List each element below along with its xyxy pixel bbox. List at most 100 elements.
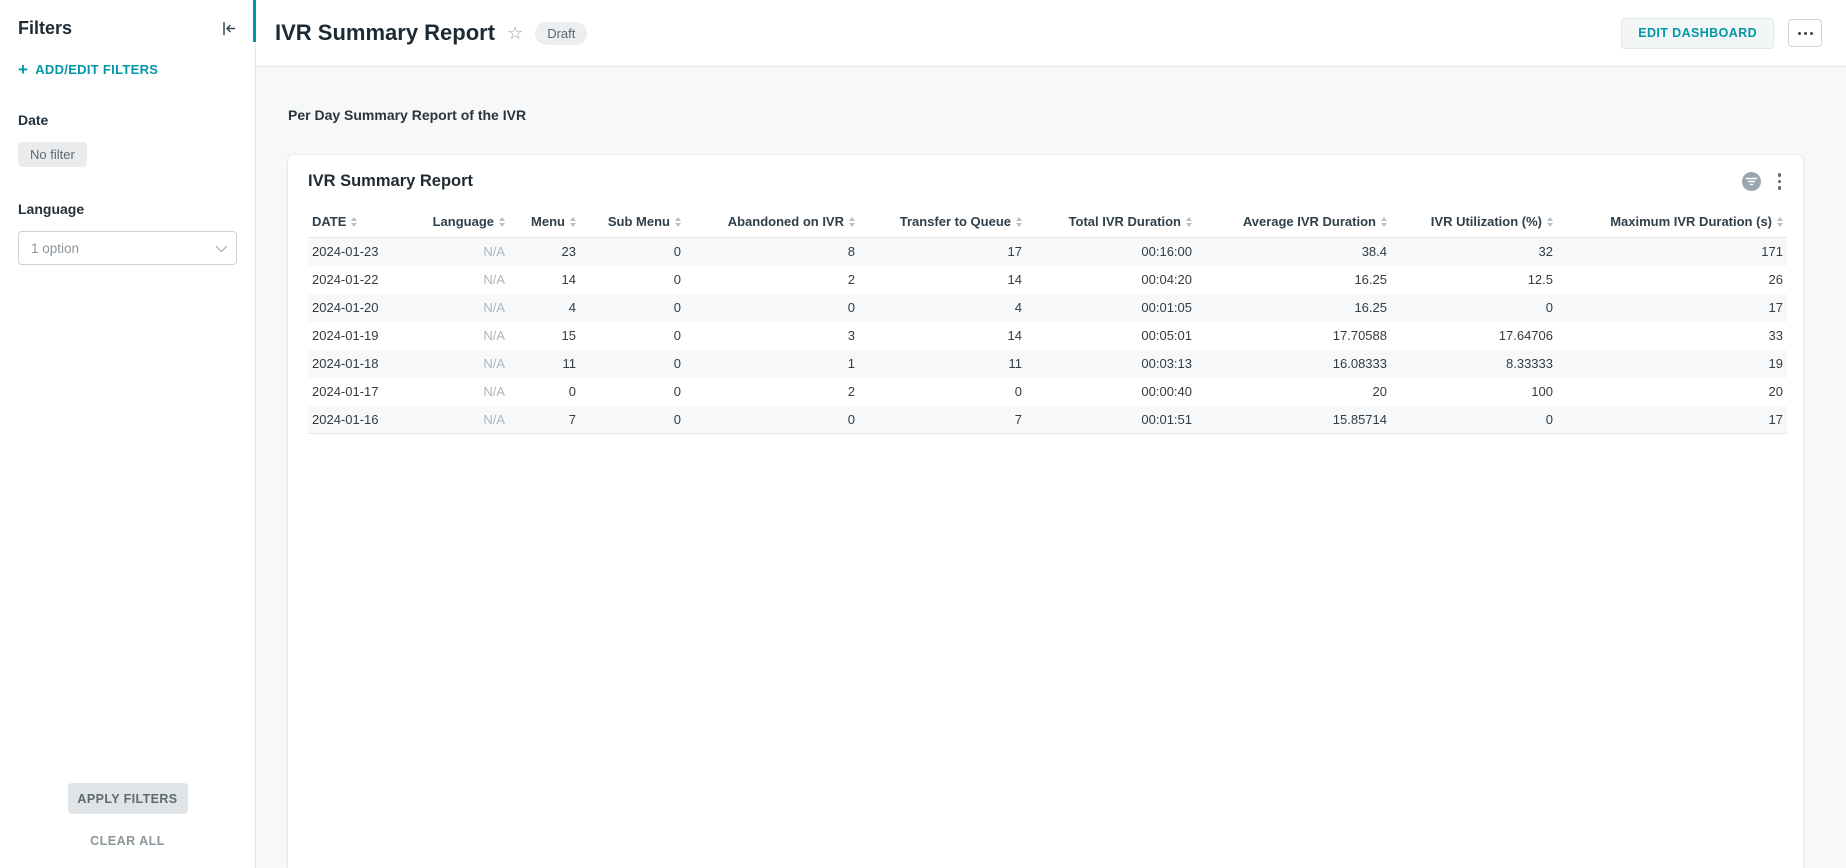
sidebar-header: Filters xyxy=(18,18,237,39)
edit-dashboard-button[interactable]: EDIT DASHBOARD xyxy=(1621,18,1774,49)
report-card: IVR Summary Report xyxy=(288,155,1803,868)
column-header-label: IVR Utilization (%) xyxy=(1431,214,1542,229)
table-cell: 0 xyxy=(580,238,685,266)
column-header-label: DATE xyxy=(312,214,346,229)
table-cell: 38.4 xyxy=(1196,238,1391,266)
table-cell: 0 xyxy=(580,406,685,434)
apply-filters-button[interactable]: APPLY FILTERS xyxy=(68,783,188,814)
table-row: 2024-01-17N/A002000:00:402010020 xyxy=(308,378,1787,406)
filters-sidebar: Filters + ADD/EDIT FILTERS Date No filte… xyxy=(0,0,256,868)
column-header-label: Language xyxy=(433,214,494,229)
column-header[interactable]: Sub Menu xyxy=(580,208,685,238)
table-cell: 17 xyxy=(1557,406,1787,434)
table-cell: 2024-01-23 xyxy=(308,238,428,266)
table-row: 2024-01-20N/A400400:01:0516.25017 xyxy=(308,294,1787,322)
table-cell: 00:03:13 xyxy=(1026,350,1196,378)
more-options-button[interactable] xyxy=(1788,19,1822,47)
table-cell: 15 xyxy=(509,322,580,350)
column-header-label: Sub Menu xyxy=(608,214,670,229)
column-header[interactable]: Language xyxy=(428,208,509,238)
sort-icon xyxy=(351,217,357,227)
sort-icon xyxy=(499,217,505,227)
table-row: 2024-01-16N/A700700:01:5115.85714017 xyxy=(308,406,1787,434)
table-cell: 2024-01-16 xyxy=(308,406,428,434)
table-cell: 16.25 xyxy=(1196,294,1391,322)
app: Filters + ADD/EDIT FILTERS Date No filte… xyxy=(0,0,1846,868)
table-cell: 17 xyxy=(859,238,1026,266)
star-icon[interactable]: ☆ xyxy=(507,24,523,42)
sidebar-footer: APPLY FILTERS CLEAR ALL xyxy=(0,783,255,868)
table-cell: 7 xyxy=(859,406,1026,434)
table-cell: N/A xyxy=(428,294,509,322)
table-cell: 33 xyxy=(1557,322,1787,350)
table-cell: 2024-01-17 xyxy=(308,378,428,406)
table-cell: 0 xyxy=(685,406,859,434)
table-cell: 00:01:05 xyxy=(1026,294,1196,322)
table-row: 2024-01-18N/A11011100:03:1316.083338.333… xyxy=(308,350,1787,378)
card-actions xyxy=(1741,171,1786,192)
column-header[interactable]: Total IVR Duration xyxy=(1026,208,1196,238)
table-cell: 2024-01-22 xyxy=(308,266,428,294)
table-cell: 0 xyxy=(859,378,1026,406)
table-row: 2024-01-19N/A15031400:05:0117.7058817.64… xyxy=(308,322,1787,350)
language-select-value: 1 option xyxy=(31,241,79,256)
card-header: IVR Summary Report xyxy=(308,171,1785,192)
table-cell: N/A xyxy=(428,378,509,406)
language-filter-section: Language 1 option xyxy=(18,201,237,265)
table-cell: 23 xyxy=(509,238,580,266)
table-cell: 3 xyxy=(685,322,859,350)
column-header-label: Average IVR Duration xyxy=(1243,214,1376,229)
clear-all-button[interactable]: CLEAR ALL xyxy=(0,834,255,848)
table-cell: 17.64706 xyxy=(1391,322,1557,350)
table-cell: 171 xyxy=(1557,238,1787,266)
card-title: IVR Summary Report xyxy=(308,172,473,191)
language-select[interactable]: 1 option xyxy=(18,231,237,265)
table-row: 2024-01-22N/A14021400:04:2016.2512.526 xyxy=(308,266,1787,294)
table-cell: 2 xyxy=(685,266,859,294)
table-cell: 2 xyxy=(685,378,859,406)
column-header-label: Transfer to Queue xyxy=(900,214,1011,229)
table-cell: 16.08333 xyxy=(1196,350,1391,378)
table-header-row: DATE Language Menu Sub Menu Abandoned on IVR… xyxy=(308,208,1787,238)
column-header[interactable]: Average IVR Duration xyxy=(1196,208,1391,238)
column-header[interactable]: Maximum IVR Duration (s) xyxy=(1557,208,1787,238)
sort-icon xyxy=(570,217,576,227)
table-cell: 2024-01-19 xyxy=(308,322,428,350)
table-cell: 26 xyxy=(1557,266,1787,294)
table-cell: 4 xyxy=(509,294,580,322)
table-cell: 17 xyxy=(1557,294,1787,322)
table-cell: 0 xyxy=(580,266,685,294)
date-filter-chip[interactable]: No filter xyxy=(18,142,87,167)
table-cell: 0 xyxy=(580,350,685,378)
table-cell: 2024-01-18 xyxy=(308,350,428,378)
add-edit-filters-button[interactable]: + ADD/EDIT FILTERS xyxy=(18,61,237,78)
date-filter-section: Date No filter xyxy=(18,112,237,167)
chevron-down-icon xyxy=(216,241,227,252)
table-cell: 17.70588 xyxy=(1196,322,1391,350)
table-cell: 8.33333 xyxy=(1391,350,1557,378)
sort-icon xyxy=(1547,217,1553,227)
date-filter-label: Date xyxy=(18,112,237,128)
header-actions: EDIT DASHBOARD xyxy=(1621,18,1822,49)
sort-icon xyxy=(1381,217,1387,227)
column-header[interactable]: Abandoned on IVR xyxy=(685,208,859,238)
table-cell: N/A xyxy=(428,238,509,266)
table-cell: 0 xyxy=(580,322,685,350)
table-cell: 0 xyxy=(1391,406,1557,434)
column-header[interactable]: DATE xyxy=(308,208,428,238)
collapse-sidebar-icon[interactable] xyxy=(220,20,237,37)
table-cell: 1 xyxy=(685,350,859,378)
column-header[interactable]: IVR Utilization (%) xyxy=(1391,208,1557,238)
sort-icon xyxy=(675,217,681,227)
table-cell: 0 xyxy=(509,378,580,406)
table-cell: 00:00:40 xyxy=(1026,378,1196,406)
kebab-menu-icon[interactable] xyxy=(1774,171,1786,192)
table-cell: N/A xyxy=(428,350,509,378)
table-body: 2024-01-23N/A23081700:16:0038.4321712024… xyxy=(308,238,1787,434)
table-cell: N/A xyxy=(428,266,509,294)
filter-icon[interactable] xyxy=(1741,171,1762,192)
add-edit-filters-label: ADD/EDIT FILTERS xyxy=(35,62,158,77)
table-cell: 11 xyxy=(859,350,1026,378)
column-header[interactable]: Transfer to Queue xyxy=(859,208,1026,238)
column-header[interactable]: Menu xyxy=(509,208,580,238)
